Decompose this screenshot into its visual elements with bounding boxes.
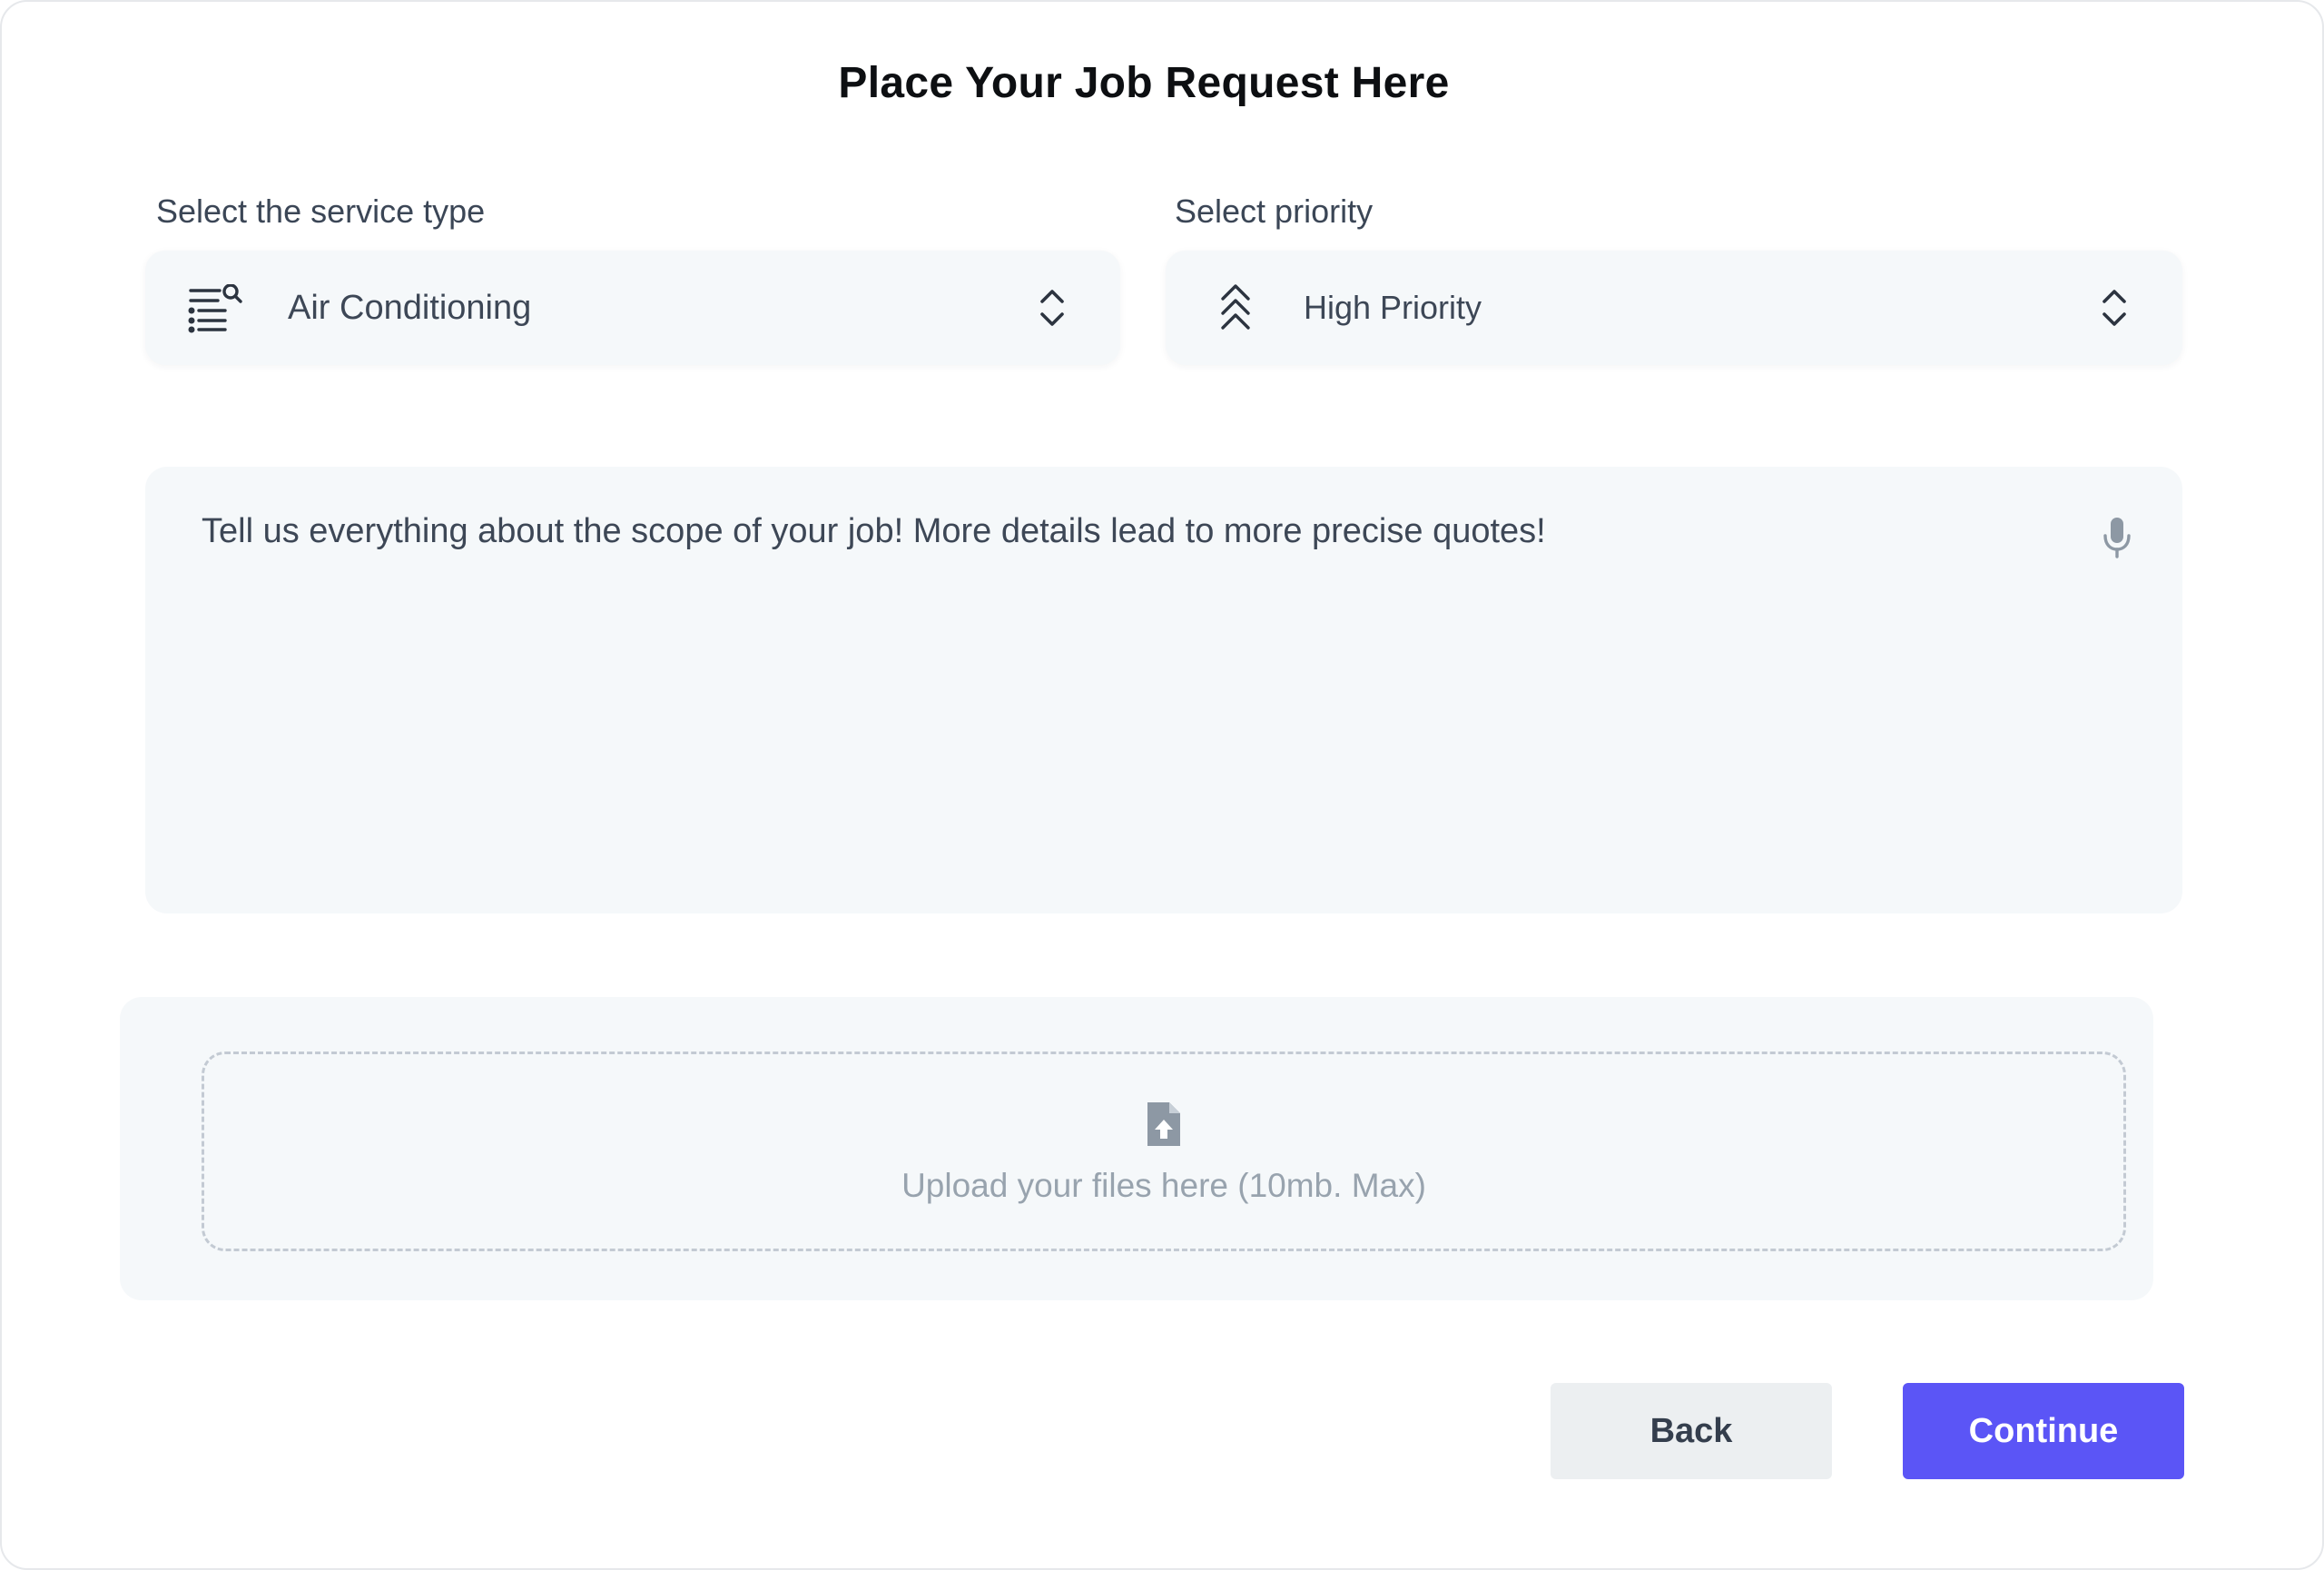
microphone-icon[interactable] (2102, 516, 2132, 564)
page-title: Place Your Job Request Here (838, 59, 1450, 107)
upload-panel: Upload your files here (10mb. Max) (120, 997, 2153, 1300)
service-type-select[interactable]: Air Conditioning (145, 251, 1120, 365)
file-upload-icon (1145, 1100, 1183, 1153)
back-button[interactable]: Back (1551, 1383, 1832, 1479)
service-type-value: Air Conditioning (288, 289, 532, 327)
chevron-up-down-icon (2101, 287, 2128, 333)
continue-button[interactable]: Continue (1903, 1383, 2184, 1479)
priority-label: Select priority (1175, 193, 1374, 230)
service-type-label: Select the service type (156, 193, 486, 230)
job-details-placeholder: Tell us everything about the scope of yo… (202, 512, 1546, 550)
priority-value: High Priority (1304, 289, 1482, 326)
job-request-card: Place Your Job Request Here Select the s… (0, 0, 2324, 1570)
job-details-textarea[interactable]: Tell us everything about the scope of yo… (145, 467, 2182, 913)
upload-instructions: Upload your files here (10mb. Max) (901, 1167, 1426, 1204)
triple-chevron-up-icon (1220, 283, 1251, 339)
list-search-icon (187, 283, 243, 338)
file-dropzone[interactable]: Upload your files here (10mb. Max) (202, 1052, 2126, 1251)
chevron-up-down-icon (1039, 287, 1066, 333)
priority-select[interactable]: High Priority (1166, 251, 2182, 365)
